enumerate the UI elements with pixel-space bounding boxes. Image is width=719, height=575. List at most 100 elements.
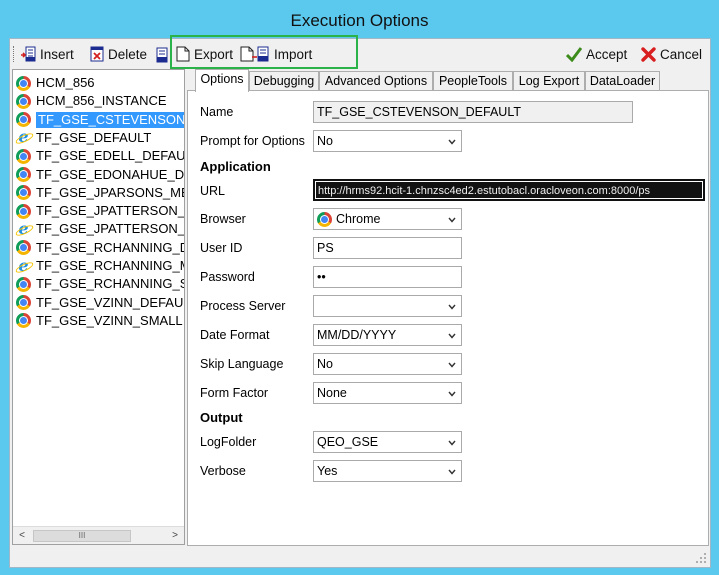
chevron-down-icon [448, 362, 456, 368]
tab-options[interactable]: Options [195, 69, 249, 92]
list-item[interactable]: TF_GSE_EDELL_DEFAU [16, 147, 185, 165]
list-item[interactable]: e TF_GSE_DEFAULT [16, 129, 151, 147]
tab-dataloader[interactable]: DataLoader [585, 71, 660, 91]
cancel-label: Cancel [660, 46, 703, 62]
export-label: Export [194, 46, 234, 62]
scroll-thumb[interactable]: III [33, 530, 131, 542]
delete-button[interactable]: Delete [90, 43, 147, 65]
chrome-icon [16, 185, 31, 201]
verbose-value: Yes [317, 464, 338, 478]
url-field[interactable]: http://hrms92.hcit-1.chnzsc4ed2.estutoba… [313, 179, 705, 201]
list-item-label: HCM_856_INSTANCE [36, 93, 167, 109]
list-item-label: HCM_856 [36, 75, 95, 90]
skip-language-select[interactable]: No [313, 353, 462, 375]
insert-label: Insert [40, 46, 74, 62]
tab-log-export[interactable]: Log Export [513, 71, 585, 91]
form-factor-select[interactable]: None [313, 382, 462, 404]
chevron-down-icon [448, 304, 456, 310]
checkmark-icon [566, 47, 582, 62]
tab-advanced-options[interactable]: Advanced Options [319, 71, 433, 91]
list-item[interactable]: TF_GSE_VZINN_DEFAU [16, 294, 183, 312]
logfolder-value: QEO_GSE [317, 435, 379, 449]
chrome-icon [16, 240, 31, 256]
chrome-icon [16, 93, 31, 109]
delete-label: Delete [108, 46, 148, 62]
toolbar-grip[interactable] [13, 46, 16, 62]
chrome-icon [16, 112, 31, 128]
name-field[interactable]: TF_GSE_CSTEVENSON_DEFAULT [313, 101, 633, 123]
browser-label: Browser [200, 212, 246, 226]
date-format-value: MM/DD/YYYY [317, 328, 397, 342]
url-label: URL [200, 184, 226, 198]
chevron-down-icon [448, 139, 456, 145]
password-field[interactable]: •• [313, 266, 462, 288]
delete-icon [90, 46, 104, 62]
insert-icon [21, 46, 36, 62]
chevron-down-icon [448, 333, 456, 339]
list-item-label: TF_GSE_EDELL_DEFAU [36, 148, 185, 164]
tab-peopletools[interactable]: PeopleTools [433, 71, 513, 91]
prompt-for-options-label: Prompt for Options [200, 134, 305, 148]
insert-button[interactable]: Insert [20, 43, 74, 65]
list-item[interactable]: TF_GSE_JPARSONS_ME [16, 184, 185, 202]
import-label: Import [274, 46, 313, 62]
list-item[interactable]: TF_GSE_RCHANNING_S [16, 275, 185, 293]
list-item-label: TF_GSE_EDONAHUE_D [36, 166, 185, 182]
list-item[interactable]: HCM_856_INSTANCE [16, 92, 167, 110]
toolbar: Insert Delete Export Import Accept Cance… [10, 35, 710, 69]
import-button[interactable]: Import [240, 43, 312, 65]
tab-strip: Options Debugging Advanced Options Peopl… [187, 69, 709, 92]
tab-debugging[interactable]: Debugging [249, 71, 319, 91]
browser-select[interactable]: Chrome [313, 208, 462, 230]
date-format-select[interactable]: MM/DD/YYYY [313, 324, 462, 346]
application-heading: Application [200, 159, 271, 174]
chevron-down-icon [448, 391, 456, 397]
list-item-label: TF_GSE_VZINN_SMALL [36, 312, 183, 328]
scroll-right-arrow[interactable]: > [167, 528, 183, 544]
process-server-select[interactable] [313, 295, 462, 317]
name-label: Name [200, 105, 234, 119]
config-list[interactable]: HCM_856 HCM_856_INSTANCE TF_GSE_CSTEVENSON… [12, 69, 185, 545]
chrome-icon [16, 276, 31, 292]
scroll-left-arrow[interactable]: < [14, 528, 30, 544]
horizontal-scrollbar[interactable]: < III > [13, 526, 184, 544]
list-item-label: TF_GSE_JPATTERSON_ [36, 221, 185, 237]
export-icon [176, 46, 190, 62]
ie-icon: e [16, 129, 31, 145]
list-item-label: TF_GSE_JPARSONS_ME [36, 184, 185, 200]
list-item[interactable]: TF_GSE_VZINN_SMALL [16, 312, 183, 330]
chrome-icon [16, 203, 31, 219]
verbose-select[interactable]: Yes [313, 460, 462, 482]
resize-grip-icon[interactable] [695, 552, 707, 564]
close-icon [641, 46, 656, 62]
form-factor-label: Form Factor [200, 386, 269, 400]
export-button[interactable]: Export [176, 43, 233, 65]
user-id-label: User ID [200, 241, 243, 255]
password-label: Password [200, 270, 255, 284]
date-format-label: Date Format [200, 328, 270, 342]
window-title: Execution Options [290, 11, 429, 30]
list-item[interactable]: e TF_GSE_RCHANNING_M [16, 257, 184, 275]
chrome-icon [16, 148, 31, 164]
accept-button[interactable]: Accept [566, 43, 627, 65]
list-item[interactable]: TF_GSE_EDONAHUE_D [16, 166, 184, 184]
cancel-button[interactable]: Cancel [641, 43, 702, 65]
list-item[interactable]: e TF_GSE_JPATTERSON_ [16, 220, 185, 238]
list-item[interactable]: TF_GSE_JPATTERSON_ [16, 202, 184, 220]
list-item[interactable]: TF_GSE_CSTEVENSON_ [16, 111, 184, 129]
list-item-label: TF_GSE_RCHANNING_S [36, 276, 185, 292]
execution-options-window: Execution Options Insert Delete Export I… [0, 0, 719, 575]
list-item-label: TF_GSE_DEFAULT [36, 129, 152, 145]
chrome-icon [16, 295, 31, 311]
list-item[interactable]: HCM_856 [16, 74, 95, 92]
logfolder-select[interactable]: QEO_GSE [313, 431, 462, 453]
logfolder-label: LogFolder [200, 435, 257, 449]
chevron-down-icon [448, 469, 456, 475]
list-item-label: TF_GSE_VZINN_DEFAU [36, 294, 184, 310]
form-factor-value: None [317, 386, 347, 400]
prompt-for-options-value: No [317, 134, 333, 148]
list-item[interactable]: TF_GSE_RCHANNING_D [16, 239, 185, 257]
prompt-for-options-select[interactable]: No [313, 130, 462, 152]
user-id-field[interactable]: PS [313, 237, 462, 259]
list-item-label: TF_GSE_RCHANNING_D [36, 239, 185, 255]
